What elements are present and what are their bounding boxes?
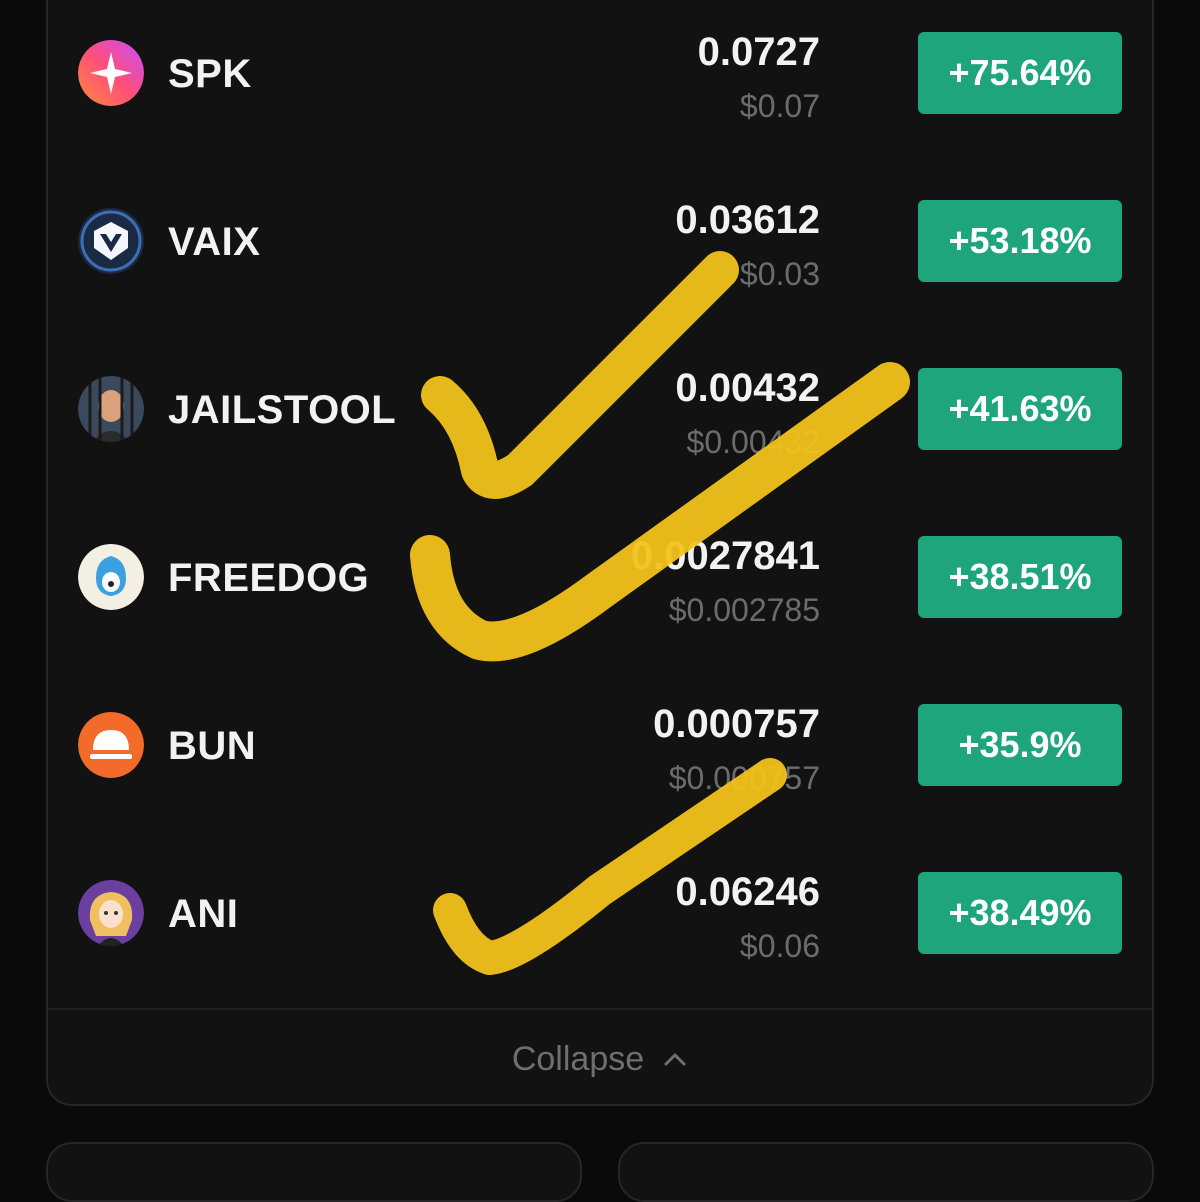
token-price: 0.03612 bbox=[675, 198, 820, 242]
token-row-ani[interactable]: ANI 0.06246 $0.06 +38.49% bbox=[0, 846, 1200, 1014]
bun-helmet-icon bbox=[78, 712, 144, 778]
freedog-dog-icon bbox=[78, 544, 144, 610]
token-row-freedog[interactable]: FREEDOG 0.0027841 $0.002785 +38.51% bbox=[0, 510, 1200, 678]
token-usd-price: $0.00432 bbox=[686, 424, 820, 460]
collapse-label: Collapse bbox=[511, 1039, 645, 1078]
token-symbol: VAIX bbox=[168, 220, 261, 264]
token-row-bun[interactable]: BUN 0.000757 $0.000757 +35.9% bbox=[0, 678, 1200, 846]
token-usd-price: $0.07 bbox=[739, 88, 820, 124]
collapse-button[interactable]: Collapse bbox=[0, 1032, 1200, 1086]
vaix-shield-icon bbox=[78, 208, 144, 274]
change-badge[interactable]: +38.49% bbox=[918, 872, 1122, 954]
change-badge[interactable]: +41.63% bbox=[918, 368, 1122, 450]
change-badge[interactable]: +75.64% bbox=[918, 32, 1122, 114]
token-symbol: BUN bbox=[168, 724, 257, 768]
token-price: 0.06246 bbox=[675, 870, 820, 914]
jailstool-portrait-icon bbox=[78, 376, 144, 442]
token-usd-price: $0.000757 bbox=[668, 760, 820, 796]
token-symbol: FREEDOG bbox=[168, 556, 370, 600]
spk-star-icon bbox=[78, 40, 144, 106]
token-price: 0.0727 bbox=[697, 30, 820, 74]
token-usd-price: $0.002785 bbox=[668, 592, 820, 628]
token-price: 0.000757 bbox=[653, 702, 820, 746]
bottom-card-left[interactable] bbox=[46, 1142, 582, 1202]
token-usd-price: $0.03 bbox=[739, 256, 820, 292]
chevron-up-icon bbox=[664, 1053, 686, 1066]
token-symbol: JAILSTOOL bbox=[168, 388, 397, 432]
token-usd-price: $0.06 bbox=[739, 928, 820, 964]
token-price: 0.0027841 bbox=[630, 534, 820, 578]
token-row-vaix[interactable]: VAIX 0.03612 $0.03 +53.18% bbox=[0, 174, 1200, 342]
token-row-jailstool[interactable]: JAILSTOOL 0.00432 $0.00432 +41.63% bbox=[0, 342, 1200, 510]
change-badge[interactable]: +53.18% bbox=[918, 200, 1122, 282]
bottom-card-right[interactable] bbox=[618, 1142, 1154, 1202]
token-row-spk[interactable]: SPK 0.0727 $0.07 +75.64% bbox=[0, 6, 1200, 174]
change-badge[interactable]: +35.9% bbox=[918, 704, 1122, 786]
token-price: 0.00432 bbox=[675, 366, 820, 410]
token-symbol: SPK bbox=[168, 52, 252, 96]
ani-anime-icon bbox=[78, 880, 144, 946]
change-badge[interactable]: +38.51% bbox=[918, 536, 1122, 618]
token-symbol: ANI bbox=[168, 892, 239, 936]
divider bbox=[48, 1008, 1152, 1010]
